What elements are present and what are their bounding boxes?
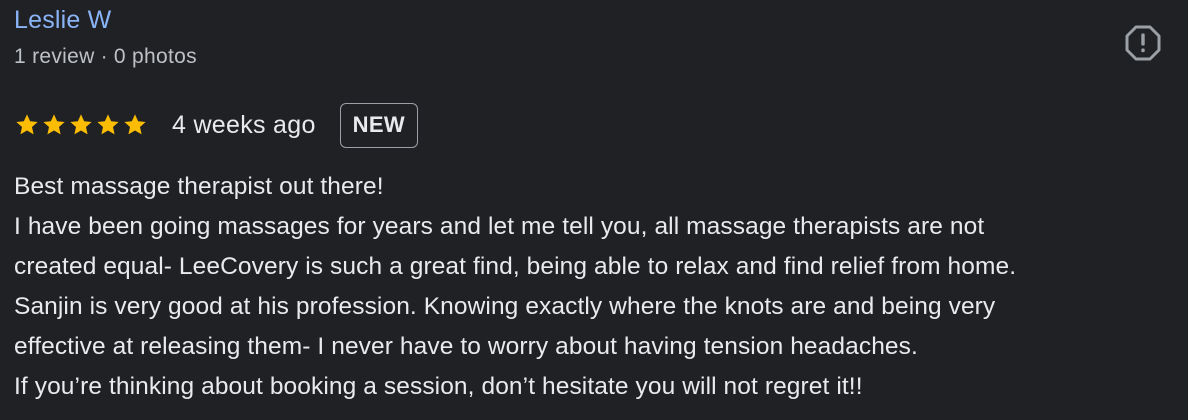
new-badge: NEW bbox=[339, 102, 418, 148]
review-text-line: effective at releasing them- I never hav… bbox=[14, 333, 918, 360]
report-flag-icon[interactable] bbox=[1124, 24, 1162, 62]
review-text-line: Best massage therapist out there! bbox=[14, 173, 384, 200]
photo-count: 0 photos bbox=[113, 45, 197, 68]
star-rating bbox=[14, 112, 148, 138]
review-text-line: I have been going massages for years and… bbox=[14, 213, 985, 240]
star-icon bbox=[124, 114, 146, 135]
author-name[interactable]: Leslie W bbox=[14, 6, 111, 35]
review-text: Best massage therapist out there! I have … bbox=[14, 167, 1188, 407]
rating-row: 4 weeks ago NEW bbox=[14, 102, 418, 148]
review-card: Leslie W 1 review · 0 photos 4 weeks ago N… bbox=[14, 0, 1188, 420]
star-icon bbox=[43, 114, 65, 135]
star-icon bbox=[16, 114, 38, 135]
author-meta: 1 review · 0 photos bbox=[14, 45, 197, 69]
review-count: 1 review bbox=[14, 45, 95, 68]
review-age: 4 weeks ago bbox=[172, 110, 316, 139]
review-text-line: created equal- LeeCovery is such a great… bbox=[14, 253, 1017, 280]
star-icon bbox=[97, 114, 119, 135]
review-text-line: Sanjin is very good at his profession. K… bbox=[14, 293, 996, 320]
star-icon bbox=[70, 114, 92, 135]
meta-separator: · bbox=[100, 45, 108, 68]
review-text-line: If you’re thinking about booking a sessi… bbox=[14, 373, 863, 400]
